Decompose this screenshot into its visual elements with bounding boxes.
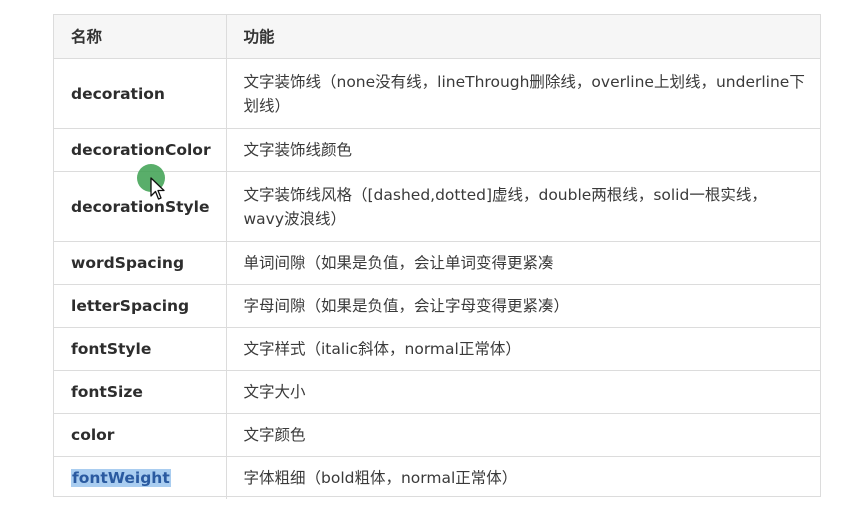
table-row: fontStyle 文字样式（italic斜体，normal正常体） bbox=[54, 327, 820, 371]
property-name: fontSize bbox=[54, 370, 227, 414]
property-description: 字母间隙（如果是负值，会让字母变得更紧凑） bbox=[226, 284, 820, 328]
table-row: decoration 文字装饰线（none没有线，lineThrough删除线，… bbox=[54, 58, 820, 129]
property-name: decoration bbox=[54, 58, 227, 129]
header-function: 功能 bbox=[226, 15, 820, 59]
property-description: 单词间隙（如果是负值，会让单词变得更紧凑 bbox=[226, 241, 820, 285]
table-row: decorationStyle 文字装饰线风格（[dashed,dotted]虚… bbox=[54, 171, 820, 242]
property-description: 文字颜色 bbox=[226, 413, 820, 457]
property-name: fontStyle bbox=[54, 327, 227, 371]
table-row: fontSize 文字大小 bbox=[54, 370, 820, 414]
table-header-row: 名称 功能 bbox=[54, 15, 820, 59]
property-description: 文字样式（italic斜体，normal正常体） bbox=[226, 327, 820, 371]
property-name: wordSpacing bbox=[54, 241, 227, 285]
property-name: decorationColor bbox=[54, 128, 227, 172]
mouse-pointer-icon bbox=[150, 177, 165, 200]
table-row: fontWeight 字体粗细（bold粗体，normal正常体） bbox=[54, 456, 820, 499]
property-description: 文字大小 bbox=[226, 370, 820, 414]
property-description: 文字装饰线颜色 bbox=[226, 128, 820, 172]
property-description: 文字装饰线风格（[dashed,dotted]虚线，double两根线，soli… bbox=[226, 171, 820, 242]
property-description: 字体粗细（bold粗体，normal正常体） bbox=[243, 469, 518, 487]
table-row: letterSpacing 字母间隙（如果是负值，会让字母变得更紧凑） bbox=[54, 284, 820, 328]
header-name: 名称 bbox=[54, 15, 227, 59]
property-name: color bbox=[54, 413, 227, 457]
properties-table-container: 名称 功能 decoration 文字装饰线（none没有线，lineThrou… bbox=[53, 14, 821, 499]
property-name: fontWeight bbox=[54, 456, 227, 499]
property-description: 文字装饰线（none没有线，lineThrough删除线，overline上划线… bbox=[226, 58, 820, 129]
table-row: color 文字颜色 bbox=[54, 413, 820, 457]
properties-table: 名称 功能 decoration 文字装饰线（none没有线，lineThrou… bbox=[54, 15, 820, 499]
selected-text-highlight[interactable]: fontWeight bbox=[71, 469, 171, 487]
table-row: wordSpacing 单词间隙（如果是负值，会让单词变得更紧凑 bbox=[54, 241, 820, 285]
property-name: letterSpacing bbox=[54, 284, 227, 328]
table-row: decorationColor 文字装饰线颜色 bbox=[54, 128, 820, 172]
